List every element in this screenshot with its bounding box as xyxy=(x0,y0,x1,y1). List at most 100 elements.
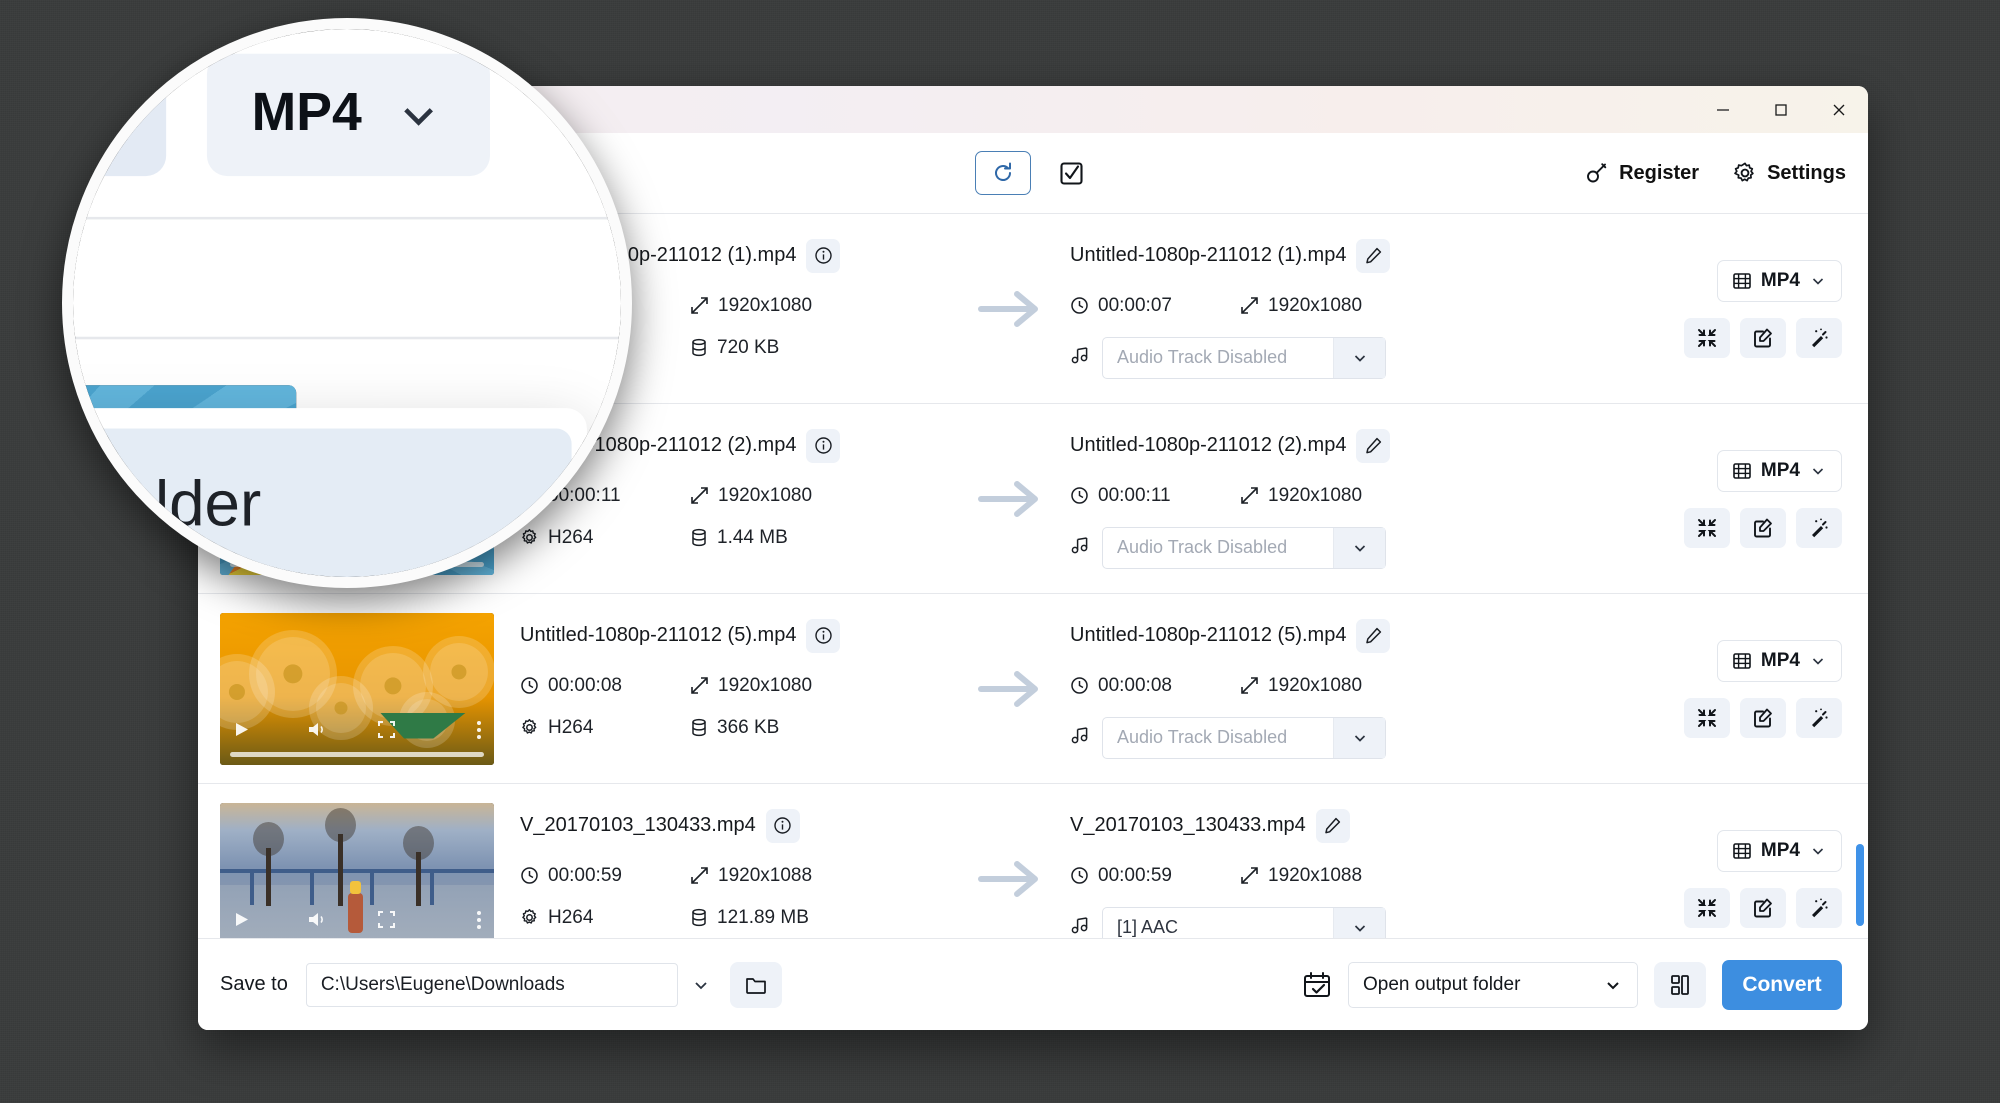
edit-button[interactable] xyxy=(1740,887,1786,928)
edit-button[interactable] xyxy=(1740,507,1786,548)
audio-track-select[interactable]: Audio Track Disabled xyxy=(1102,716,1386,759)
fullscreen-icon[interactable] xyxy=(377,720,396,739)
rename-button[interactable] xyxy=(1315,808,1350,843)
output-info: V_20170103_130433.mp4 00:00:59 1920x1088 xyxy=(1070,808,1540,938)
source-codec-value: H264 xyxy=(548,906,594,928)
info-icon xyxy=(815,437,832,454)
key-icon xyxy=(1587,163,1607,183)
settings-button[interactable]: Settings xyxy=(1733,161,1846,185)
add-files-dropdown-menu[interactable]: Add Folder xyxy=(73,408,587,577)
audio-track-select[interactable]: [1] AAC xyxy=(1102,906,1386,938)
audio-track-caret[interactable] xyxy=(1333,717,1385,758)
progress-bar[interactable] xyxy=(230,751,484,757)
row-format-select[interactable]: MP4 xyxy=(1716,449,1842,492)
chevron-down-icon xyxy=(1812,657,1824,665)
register-button[interactable]: Register xyxy=(1585,161,1699,185)
audio-track-caret[interactable] xyxy=(1333,527,1385,568)
rename-button[interactable] xyxy=(1356,618,1391,653)
info-button[interactable] xyxy=(806,428,841,463)
compress-button[interactable] xyxy=(1684,507,1730,548)
select-all-button[interactable] xyxy=(1051,153,1091,193)
source-info: Untitled-1080p-211012 (5).mp4 00:00:08 1… xyxy=(520,618,950,759)
maximize-button[interactable] xyxy=(1752,86,1810,133)
maximize-icon xyxy=(1775,103,1787,116)
source-size: 720 KB xyxy=(690,337,779,359)
after-conversion-caret[interactable] xyxy=(1603,975,1623,995)
clock-icon xyxy=(1070,486,1089,505)
info-button[interactable] xyxy=(765,808,800,843)
scrollbar-thumb[interactable] xyxy=(1856,844,1864,926)
table-row[interactable]: Untitled-1080p-211012 (5).mp4 00:00:08 1… xyxy=(198,594,1868,784)
save-path-input[interactable]: C:\Users\Eugene\Downloads xyxy=(305,962,678,1007)
magnified-content: Orbits Video Converter Add Files MP4 xyxy=(73,29,621,577)
enhance-button[interactable] xyxy=(1796,317,1842,358)
source-resolution: 1920x1088 xyxy=(690,865,812,887)
row-format-select[interactable]: MP4 xyxy=(1716,639,1842,682)
info-button[interactable] xyxy=(806,618,841,653)
after-conversion-select[interactable]: Open output folder xyxy=(1348,961,1638,1008)
info-icon xyxy=(815,627,832,644)
menu-item-add-folder[interactable]: Add Folder xyxy=(73,428,572,577)
source-size-value: 1.44 MB xyxy=(717,526,788,548)
clock-icon xyxy=(1070,866,1089,885)
compress-button[interactable] xyxy=(1684,697,1730,738)
source-name-row: V_20170103_130433.mp4 xyxy=(520,808,950,843)
enhance-button[interactable] xyxy=(1796,887,1842,928)
resize-icon xyxy=(690,676,709,695)
volume-icon[interactable] xyxy=(307,910,327,929)
pencil-icon xyxy=(1366,247,1382,264)
film-strip-icon xyxy=(1733,842,1751,859)
scrollbar-track[interactable] xyxy=(1856,214,1864,938)
resize-icon xyxy=(1240,866,1259,885)
convert-button[interactable]: Convert xyxy=(1722,959,1842,1010)
enhance-button[interactable] xyxy=(1796,507,1842,548)
rename-button[interactable] xyxy=(1356,238,1391,273)
video-thumbnail[interactable] xyxy=(220,612,494,765)
resize-icon xyxy=(1240,486,1259,505)
browse-folder-button[interactable] xyxy=(729,961,782,1008)
audio-track-select[interactable]: Audio Track Disabled xyxy=(1102,526,1386,569)
more-options-icon[interactable] xyxy=(476,720,482,740)
chevron-down-icon xyxy=(1354,734,1365,742)
save-path-dropdown[interactable] xyxy=(678,963,724,1007)
enhance-button[interactable] xyxy=(1796,697,1842,738)
close-icon xyxy=(1833,104,1845,115)
merge-button[interactable] xyxy=(1654,961,1706,1008)
clock-icon xyxy=(520,866,539,885)
edit-button[interactable] xyxy=(1740,317,1786,358)
source-duration-value: 00:00:08 xyxy=(548,674,622,696)
row-format-select[interactable]: MP4 xyxy=(1716,829,1842,872)
edit-button[interactable] xyxy=(1740,697,1786,738)
table-row[interactable]: V_20170103_130433.mp4 00:00:59 1920x1088 xyxy=(198,784,1868,938)
audio-track-caret[interactable] xyxy=(1333,907,1385,938)
source-duration: 00:00:59 xyxy=(520,865,690,887)
thumbnail-player-controls[interactable] xyxy=(220,897,494,939)
magnified-format-label: MP4 xyxy=(251,84,362,143)
play-icon[interactable] xyxy=(232,720,251,739)
output-duration: 00:00:59 xyxy=(1070,865,1240,887)
rename-button[interactable] xyxy=(1356,428,1391,463)
more-options-icon[interactable] xyxy=(476,910,482,930)
output-meta-row: 00:00:08 1920x1080 xyxy=(1070,675,1540,697)
video-thumbnail[interactable] xyxy=(220,802,494,939)
magnified-add-files-dropdown-toggle[interactable] xyxy=(73,53,165,177)
convert-all-button[interactable] xyxy=(975,151,1031,195)
play-icon[interactable] xyxy=(232,910,251,929)
magnified-format-selector[interactable]: MP4 xyxy=(205,53,490,177)
volume-icon[interactable] xyxy=(307,720,327,739)
row-format-select[interactable]: MP4 xyxy=(1716,259,1842,302)
audio-track-select[interactable]: Audio Track Disabled xyxy=(1102,336,1386,379)
minimize-button[interactable] xyxy=(1694,86,1752,133)
close-button[interactable] xyxy=(1810,86,1868,133)
bottom-bar-right: Open output folder Convert xyxy=(1302,959,1842,1010)
row-format-label: MP4 xyxy=(1760,269,1800,291)
fullscreen-icon[interactable] xyxy=(377,910,396,929)
minimize-icon xyxy=(1717,108,1729,111)
info-button[interactable] xyxy=(806,238,841,273)
compress-button[interactable] xyxy=(1684,887,1730,928)
audio-track-caret[interactable] xyxy=(1333,337,1385,378)
resize-icon xyxy=(1240,676,1259,695)
audio-track-row: [1] AAC xyxy=(1070,906,1540,938)
chevron-down-icon xyxy=(1354,354,1365,362)
compress-button[interactable] xyxy=(1684,317,1730,358)
